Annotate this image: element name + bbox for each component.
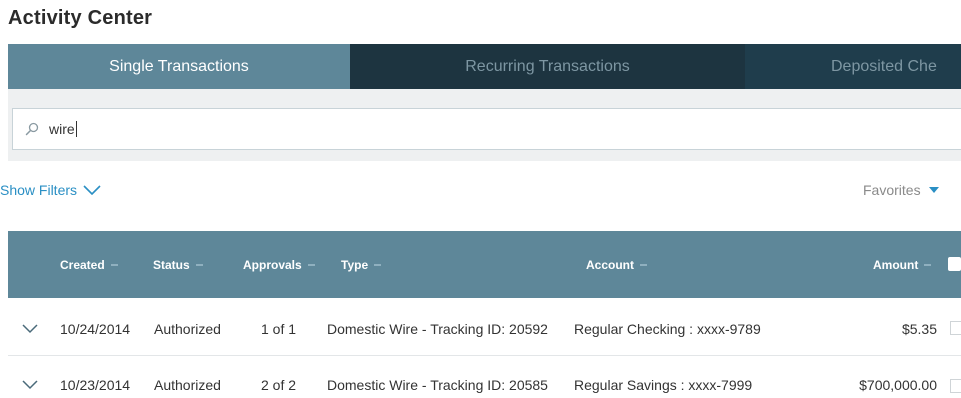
select-all-checkbox[interactable] <box>948 257 961 271</box>
sort-icon <box>110 263 118 266</box>
sort-icon <box>195 263 203 266</box>
caret-down-icon <box>928 187 939 193</box>
chevron-down-icon <box>22 323 38 333</box>
sort-icon <box>640 263 647 266</box>
tab-single-transactions[interactable]: Single Transactions <box>8 44 350 89</box>
show-filters-link[interactable]: Show Filters <box>0 182 101 198</box>
transaction-tabs: Single Transactions Recurring Transactio… <box>8 44 961 89</box>
cell-account: Regular Savings : xxxx-7999 <box>574 376 753 393</box>
cell-type: Domestic Wire - Tracking ID: 20585 <box>327 376 548 393</box>
page-title: Activity Center <box>8 7 153 29</box>
search-box[interactable]: wire <box>12 108 961 150</box>
search-icon <box>25 122 39 136</box>
column-header-account[interactable]: Account <box>586 231 647 298</box>
sort-icon <box>924 263 932 266</box>
sort-icon <box>307 263 315 266</box>
cell-created: 10/24/2014 <box>60 320 131 337</box>
chevron-down-icon <box>22 379 38 389</box>
cell-status: Authorized <box>154 320 221 337</box>
text-caret <box>75 121 77 137</box>
tab-deposited-checks[interactable]: Deposited Che <box>745 44 961 89</box>
table-row[interactable]: 10/24/2014 Authorized 1 of 1 Domestic Wi… <box>8 301 961 356</box>
cell-amount: $700,000.00 <box>859 376 937 393</box>
cell-approvals: 2 of 2 <box>261 376 297 393</box>
sort-icon <box>374 263 382 266</box>
column-header-approvals[interactable]: Approvals <box>243 231 315 298</box>
cell-type: Domestic Wire - Tracking ID: 20592 <box>327 320 548 337</box>
favorites-label: Favorites <box>863 182 921 198</box>
favorites-dropdown[interactable]: Favorites <box>863 182 939 198</box>
cell-approvals: 1 of 1 <box>261 320 297 337</box>
column-header-type[interactable]: Type <box>341 231 382 298</box>
cell-created: 10/23/2014 <box>60 376 131 393</box>
expand-row-button[interactable] <box>22 363 38 398</box>
tab-recurring-transactions[interactable]: Recurring Transactions <box>350 44 745 89</box>
cell-account: Regular Checking : xxxx-9789 <box>574 320 761 337</box>
show-filters-label: Show Filters <box>0 182 78 198</box>
cell-status: Authorized <box>154 376 221 393</box>
column-header-amount[interactable]: Amount <box>873 231 932 298</box>
table-header: Created Status Approvals Type Account Am… <box>8 231 961 298</box>
row-checkbox[interactable] <box>950 321 961 335</box>
expand-row-button[interactable] <box>22 301 38 356</box>
table-row[interactable]: 10/23/2014 Authorized 2 of 2 Domestic Wi… <box>8 357 961 398</box>
column-header-status[interactable]: Status <box>153 231 203 298</box>
search-input[interactable]: wire <box>49 121 75 137</box>
cell-amount: $5.35 <box>901 320 937 337</box>
row-checkbox[interactable] <box>950 379 961 393</box>
column-header-created[interactable]: Created <box>60 231 118 298</box>
activity-center-page: Activity Center Single Transactions Recu… <box>0 0 961 398</box>
chevron-down-icon <box>83 185 101 195</box>
filters-row: Show Filters Favorites <box>0 161 961 221</box>
